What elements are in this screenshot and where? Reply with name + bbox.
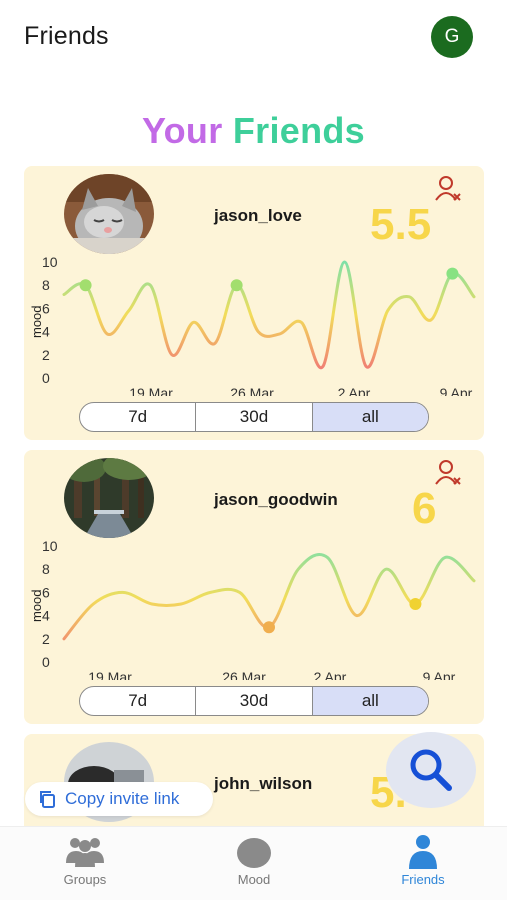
x-tick-label: 2 Apr: [338, 385, 371, 396]
search-icon: [410, 749, 452, 791]
x-tick-label: 9 Apr: [423, 669, 456, 680]
range-selector: 7d 30d all: [79, 402, 429, 432]
nav-groups[interactable]: Groups: [25, 827, 145, 900]
friends-screen: Friends G Your Friends jason_love 5.5 10…: [0, 0, 507, 900]
nav-mood-label: Mood: [237, 872, 271, 887]
range-all-button[interactable]: all: [312, 687, 428, 715]
mood-series-line: [62, 260, 476, 370]
y-tick-label: 0: [42, 370, 50, 386]
range-all-button[interactable]: all: [312, 403, 428, 431]
bottom-navigation: Groups Mood Friends: [0, 826, 507, 900]
y-tick-label: 8: [42, 561, 50, 577]
heading-word-your: Your: [142, 110, 223, 151]
y-tick-label: 0: [42, 654, 50, 670]
friend-username: jason_love: [214, 206, 302, 225]
y-tick-label: 2: [42, 347, 50, 363]
range-selector: 7d 30d all: [79, 686, 429, 716]
y-tick-label: 2: [42, 631, 50, 647]
friend-mood-score: 5.5: [370, 200, 432, 249]
x-tick-label: 19 Mar: [88, 669, 132, 680]
y-tick-label: 10: [42, 254, 58, 270]
friend-card: jason_goodwin 6 10 8 6 4 2 0 mood 19 Mar 26 Mar 2…: [24, 450, 484, 724]
copy-invite-link-button[interactable]: Copy invite link: [25, 782, 213, 816]
friend-username: john_wilson: [214, 774, 313, 793]
range-7d-button[interactable]: 7d: [80, 403, 197, 431]
y-tick-label: 8: [42, 277, 50, 293]
top-bar: Friends G: [0, 0, 507, 74]
heading-word-friends: Friends: [232, 110, 365, 151]
friend-mood-score: 6: [412, 484, 437, 533]
range-7d-button[interactable]: 7d: [80, 687, 197, 715]
mood-chart: 1086420mood19 Mar 26 Mar 2 Apr 9 Apr: [29, 538, 476, 680]
user-avatar[interactable]: G: [431, 16, 473, 58]
range-30d-button[interactable]: 30d: [196, 687, 313, 715]
person-icon: [409, 835, 437, 869]
mood-data-point[interactable]: [79, 279, 92, 292]
nav-groups-label: Groups: [63, 872, 107, 887]
mood-chart: 1086420mood19 Mar 26 Mar 2 Apr 9 Apr: [29, 254, 476, 396]
y-tick-label: 10: [42, 538, 58, 554]
x-tick-label: 26 Mar: [222, 669, 266, 680]
copy-invite-label: Copy invite link: [65, 789, 180, 808]
mood-data-point[interactable]: [446, 267, 459, 280]
mood-data-point[interactable]: [230, 279, 243, 292]
x-tick-label: 2 Apr: [314, 669, 347, 680]
range-30d-button[interactable]: 30d: [196, 403, 313, 431]
nav-mood[interactable]: Mood: [194, 827, 314, 900]
x-tick-label: 19 Mar: [129, 385, 173, 396]
x-tick-label: 26 Mar: [230, 385, 274, 396]
friend-avatar-forest: [64, 458, 154, 538]
y-axis-label: mood: [29, 305, 44, 338]
nav-friends-label: Friends: [401, 872, 445, 887]
page-title: Friends: [24, 22, 109, 50]
friend-card: jason_love 5.5 10 8 6 4 2 0 mood 19 Mar 26 Mar 2 …: [24, 166, 484, 440]
remove-friend-icon[interactable]: [434, 458, 464, 488]
mood-data-point[interactable]: [409, 598, 422, 610]
mood-data-point[interactable]: [263, 621, 275, 634]
mood-icon: [237, 838, 271, 868]
friend-avatar-cat: [64, 174, 154, 254]
section-heading: Your Friends: [0, 110, 507, 152]
remove-friend-icon[interactable]: [434, 174, 464, 204]
copy-icon: [40, 791, 55, 808]
nav-friends[interactable]: Friends: [363, 827, 483, 900]
friend-username: jason_goodwin: [214, 490, 338, 509]
y-axis-label: mood: [29, 589, 44, 622]
search-button[interactable]: [386, 732, 476, 808]
groups-icon: [66, 838, 104, 867]
x-tick-label: 9 Apr: [440, 385, 473, 396]
